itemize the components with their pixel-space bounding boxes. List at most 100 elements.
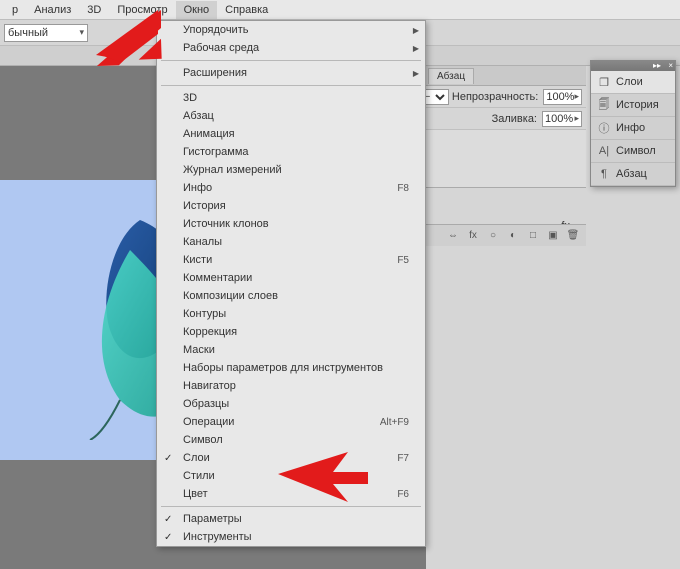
fill-row: Заливка: 100%▸	[426, 108, 586, 130]
mask-icon[interactable]: ○	[486, 229, 500, 243]
menu-item-label: Источник клонов	[183, 218, 415, 230]
menu-item-операции[interactable]: ОперацииAlt+F9	[157, 413, 425, 431]
para-icon: ¶	[597, 167, 611, 181]
menu-item-label: Стили	[183, 470, 415, 482]
check-icon: ✓	[164, 514, 172, 525]
menu-item-label: История	[183, 200, 415, 212]
right-panels: Абзац — Непрозрачность: 100%▸ Заливка: 1…	[426, 66, 586, 276]
menu-item-analysis[interactable]: Анализ	[26, 1, 79, 19]
link-icon[interactable]: ⇔	[446, 229, 460, 243]
layer-list[interactable]	[426, 130, 586, 188]
menu-item-коррекция[interactable]: Коррекция	[157, 323, 425, 341]
menu-item-слои[interactable]: ✓ СлоиF7	[157, 449, 425, 467]
menu-item-label: Журнал измерений	[183, 164, 415, 176]
fill-input[interactable]: 100%▸	[542, 111, 582, 127]
menu-item-label: Комментарии	[183, 272, 415, 284]
mode-combo-label: бычный	[8, 27, 48, 39]
menu-item-label: Анимация	[183, 128, 415, 140]
menu-item-комментарии[interactable]: Комментарии	[157, 269, 425, 287]
menu-separator	[161, 85, 421, 86]
group-icon[interactable]: □	[526, 229, 540, 243]
palette-item-история[interactable]: 🗐История	[591, 94, 675, 117]
opacity-input[interactable]: 100%▸	[543, 89, 582, 105]
menu-item-label: Цвет	[183, 488, 397, 500]
menu-item-label: Гистограмма	[183, 146, 415, 158]
fx-icon[interactable]: fx	[466, 229, 480, 243]
menu-item-гистограмма[interactable]: Гистограмма	[157, 143, 425, 161]
menu-item-контуры[interactable]: Контуры	[157, 305, 425, 323]
palette-item-label: История	[616, 99, 659, 111]
palette-item-label: Слои	[616, 76, 643, 88]
menu-item-label: Коррекция	[183, 326, 415, 338]
menu-item-window[interactable]: Окно	[176, 1, 218, 19]
collapse-icon[interactable]: ▸▸	[653, 61, 661, 70]
menu-item-навигатор[interactable]: Навигатор	[157, 377, 425, 395]
palette-header[interactable]: ▸▸ ×	[591, 61, 675, 71]
palette-item-абзац[interactable]: ¶ Абзац	[591, 163, 675, 186]
mode-combo[interactable]: бычный ▾	[4, 24, 88, 42]
palette-item-символ[interactable]: A| Символ	[591, 140, 675, 163]
menu-item-label: Маски	[183, 344, 415, 356]
menu-item-3d[interactable]: 3D	[157, 89, 425, 107]
menu-item-view[interactable]: Просмотр	[109, 1, 175, 19]
menu-item-параметры[interactable]: ✓ Параметры	[157, 510, 425, 528]
menu-item-label: 3D	[183, 92, 415, 104]
chevron-down-icon: ▸	[574, 113, 579, 124]
menu-item-маски[interactable]: Маски	[157, 341, 425, 359]
menu-item-упорядочить[interactable]: Упорядочить▶	[157, 21, 425, 39]
menu-item-история[interactable]: История	[157, 197, 425, 215]
submenu-arrow-icon: ▶	[413, 26, 419, 35]
menu-item-источник-клонов[interactable]: Источник клонов	[157, 215, 425, 233]
chevron-down-icon: ▸	[574, 91, 579, 102]
palette-item-label: Символ	[616, 145, 656, 157]
menu-item-наборы-параметров-для-инструментов[interactable]: Наборы параметров для инструментов	[157, 359, 425, 377]
menu-item-help[interactable]: Справка	[217, 1, 276, 19]
menu-item-label: Каналы	[183, 236, 415, 248]
menu-item-анимация[interactable]: Анимация	[157, 125, 425, 143]
menu-item-label: Наборы параметров для инструментов	[183, 362, 415, 374]
menu-item-label: Абзац	[183, 110, 415, 122]
palette-panel: ▸▸ × ❐ Слои 🗐ИсторияⓘИнфо A| Символ ¶ Абзац	[590, 60, 676, 187]
menu-item-r[interactable]: р	[4, 1, 26, 19]
palette-item-label: Абзац	[616, 168, 647, 180]
menu-item-label: Композиции слоев	[183, 290, 415, 302]
menu-item-цвет[interactable]: ЦветF6	[157, 485, 425, 503]
menu-separator	[161, 506, 421, 507]
menu-item-кисти[interactable]: КистиF5	[157, 251, 425, 269]
opacity-label: Непрозрачность:	[452, 91, 538, 103]
layers-icon: ❐	[597, 75, 611, 89]
menu-item-композиции-слоев[interactable]: Композиции слоев	[157, 287, 425, 305]
char-icon: A|	[597, 144, 611, 158]
menu-item-label: Рабочая среда	[183, 42, 415, 54]
newlayer-icon[interactable]: ▣	[546, 229, 560, 243]
menu-item-журнал-измерений[interactable]: Журнал измерений	[157, 161, 425, 179]
menu-shortcut: F7	[397, 453, 415, 464]
menu-item-label: Параметры	[183, 513, 415, 525]
menu-item-абзац[interactable]: Абзац	[157, 107, 425, 125]
close-icon[interactable]: ×	[668, 61, 673, 70]
menu-separator	[161, 60, 421, 61]
menu-item-инфо[interactable]: ИнфоF8	[157, 179, 425, 197]
menu-item-символ[interactable]: Символ	[157, 431, 425, 449]
adjust-icon[interactable]: ◐	[506, 229, 520, 243]
opacity-row: — Непрозрачность: 100%▸	[426, 86, 586, 108]
menu-shortcut: F5	[397, 255, 415, 266]
menu-item-образцы[interactable]: Образцы	[157, 395, 425, 413]
menu-item-стили[interactable]: Стили	[157, 467, 425, 485]
menu-shortcut: F8	[397, 183, 415, 194]
menu-shortcut: Alt+F9	[380, 417, 415, 428]
menu-item-3d[interactable]: 3D	[79, 1, 109, 19]
menu-item-инструменты[interactable]: ✓Инструменты	[157, 528, 425, 546]
menu-item-label: Слои	[183, 452, 397, 464]
menu-item-каналы[interactable]: Каналы	[157, 233, 425, 251]
trash-icon[interactable]: 🗑	[566, 229, 580, 243]
menu-item-расширения[interactable]: Расширения▶	[157, 64, 425, 82]
tab-paragraph[interactable]: Абзац	[428, 68, 474, 84]
palette-item-инфо[interactable]: ⓘИнфо	[591, 117, 675, 140]
palette-item-слои[interactable]: ❐ Слои	[591, 71, 675, 94]
check-icon: ✓	[164, 453, 172, 464]
submenu-arrow-icon: ▶	[413, 69, 419, 78]
chevron-down-icon: ▾	[79, 27, 84, 38]
check-icon: ✓	[164, 532, 172, 543]
menu-item-рабочая-среда[interactable]: Рабочая среда▶	[157, 39, 425, 57]
